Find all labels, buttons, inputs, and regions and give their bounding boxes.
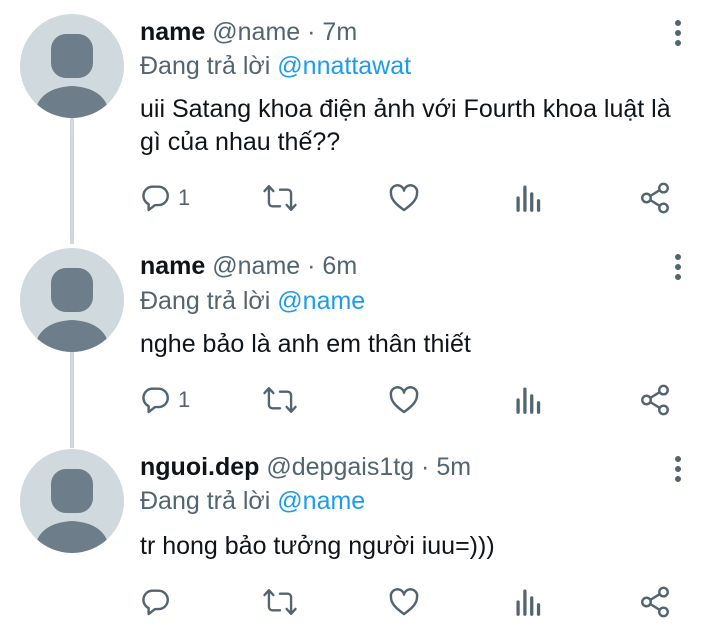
tweet[interactable]: name @name · 6m Đang trả lời @name nghe …	[0, 236, 720, 446]
separator-dot: ·	[421, 453, 430, 481]
replying-to: Đang trả lời @name	[140, 286, 365, 316]
timestamp[interactable]: 5m	[436, 453, 471, 481]
avatar[interactable]	[20, 449, 124, 553]
share-icon	[641, 384, 669, 416]
heart-icon	[389, 588, 419, 616]
more-vertical-icon[interactable]	[668, 254, 688, 282]
analytics-icon	[516, 589, 541, 616]
action-bar: 1	[138, 178, 678, 218]
replying-to: Đang trả lời @name	[140, 486, 365, 516]
reply-button[interactable]: 1	[138, 380, 190, 420]
mention-link[interactable]: @name	[277, 487, 365, 515]
retweet-button[interactable]	[262, 582, 298, 622]
default-avatar-icon	[34, 469, 110, 553]
user-handle[interactable]: @depgais1tg	[266, 453, 414, 481]
default-avatar-icon	[34, 268, 110, 352]
share-icon	[641, 182, 669, 214]
replying-label: Đang trả lời	[140, 52, 271, 80]
tweet[interactable]: name @name · 7m Đang trả lời @nnattawat …	[0, 0, 720, 236]
tweet[interactable]: nguoi.dep @depgais1tg · 5m Đang trả lời …	[0, 446, 720, 636]
share-button[interactable]	[638, 178, 672, 218]
tweet-text: uii Satang khoa điện ảnh với Fourth khoa…	[140, 95, 671, 156]
heart-icon	[389, 184, 419, 212]
like-button[interactable]	[387, 178, 421, 218]
more-vertical-icon[interactable]	[668, 20, 688, 48]
display-name[interactable]: name	[140, 252, 205, 280]
share-icon	[641, 586, 669, 618]
avatar[interactable]	[20, 14, 124, 118]
views-button[interactable]	[514, 380, 544, 420]
heart-icon	[389, 386, 419, 414]
display-name[interactable]: nguoi.dep	[140, 453, 259, 481]
action-bar	[138, 582, 678, 622]
mention-link[interactable]: @name	[277, 287, 365, 315]
analytics-icon	[516, 185, 541, 212]
reply-count: 1	[178, 185, 191, 210]
user-handle[interactable]: @name	[212, 252, 300, 280]
analytics-icon	[516, 387, 541, 414]
mention-link[interactable]: @nnattawat	[277, 52, 411, 80]
like-button[interactable]	[387, 582, 421, 622]
views-button[interactable]	[514, 178, 544, 218]
tweet-text: tr hong bảo tưởng người iuu=)))	[140, 532, 495, 560]
reply-count: 1	[178, 387, 191, 412]
separator-dot: ·	[307, 252, 316, 280]
retweet-icon	[263, 185, 297, 211]
reply-icon	[142, 185, 169, 212]
reply-icon	[142, 387, 169, 414]
tweet-header: nguoi.dep @depgais1tg · 5m	[140, 452, 471, 482]
timestamp[interactable]: 6m	[322, 252, 357, 280]
user-handle[interactable]: @name	[212, 18, 300, 46]
replying-to: Đang trả lời @nnattawat	[140, 51, 411, 81]
tweet-header: name @name · 7m	[140, 17, 357, 47]
like-button[interactable]	[387, 380, 421, 420]
reply-icon	[142, 589, 169, 616]
more-vertical-icon[interactable]	[668, 456, 688, 484]
retweet-button[interactable]	[262, 178, 298, 218]
share-button[interactable]	[638, 380, 672, 420]
share-button[interactable]	[638, 582, 672, 622]
display-name[interactable]: name	[140, 18, 205, 46]
views-button[interactable]	[514, 582, 544, 622]
reply-button[interactable]	[138, 582, 178, 622]
replying-label: Đang trả lời	[140, 487, 271, 515]
replying-label: Đang trả lời	[140, 287, 271, 315]
tweet-text: nghe bảo là anh em thân thiết	[140, 330, 471, 358]
reply-button[interactable]: 1	[138, 178, 190, 218]
retweet-icon	[263, 589, 297, 615]
retweet-icon	[263, 387, 297, 413]
tweet-header: name @name · 6m	[140, 251, 357, 281]
avatar[interactable]	[20, 248, 124, 352]
separator-dot: ·	[307, 18, 316, 46]
action-bar: 1	[138, 380, 678, 420]
default-avatar-icon	[34, 34, 110, 118]
timestamp[interactable]: 7m	[322, 18, 357, 46]
retweet-button[interactable]	[262, 380, 298, 420]
